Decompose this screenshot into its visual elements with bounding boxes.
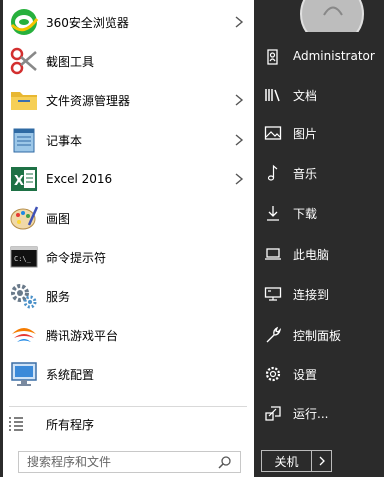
side-item-label: 控制面板 [293,329,342,343]
chevron-right-icon[interactable] [232,92,246,108]
all-programs-label: 所有程序 [46,417,95,432]
program-item-command-prompt[interactable]: C:\_ 命令提示符 [3,238,254,276]
user-account-item[interactable]: Administrator [254,38,384,76]
program-item-notepad[interactable]: 记事本 [3,121,254,159]
side-item-this-pc[interactable]: 此电脑 [254,235,384,273]
side-item-run[interactable]: 运行... [254,394,384,432]
svg-text:X: X [14,174,24,189]
wrench-icon [266,326,282,343]
side-item-label: 运行... [293,407,329,421]
programs-panel: 360安全浏览器 截图工具 文件资源管理器 记事本 X Excel 2016 画… [3,0,254,477]
program-label: 系统配置 [46,367,95,382]
program-item-360-browser[interactable]: 360安全浏览器 [3,3,254,41]
program-label: 文件资源管理器 [46,93,131,108]
chevron-right-icon[interactable] [232,14,246,30]
notepad-icon [13,128,35,153]
shutdown-options-button[interactable] [312,450,332,472]
program-label: 画图 [46,211,71,226]
cmd-icon: C:\_ [10,246,38,268]
library-icon [265,89,280,102]
side-item-label: 此电脑 [293,248,330,262]
program-label: 360安全浏览器 [46,15,129,30]
search-input[interactable] [19,452,215,472]
system-config-icon [11,362,37,386]
program-item-file-explorer[interactable]: 文件资源管理器 [3,81,254,119]
program-label: 腾讯游戏平台 [46,328,119,343]
side-item-label: 下载 [293,207,318,221]
program-item-system-config[interactable]: 系统配置 [3,355,254,393]
search-box[interactable] [18,451,241,473]
tencent-games-icon [12,328,36,342]
side-item-music[interactable]: 音乐 [254,154,384,192]
program-label: 命令提示符 [46,250,107,265]
gears-icon [11,284,37,309]
chevron-right-icon [319,456,325,466]
side-item-pictures[interactable]: 图片 [254,114,384,152]
avatar[interactable] [300,0,366,32]
list-icon [9,417,23,431]
side-item-settings[interactable]: 设置 [254,355,384,393]
shutdown-button[interactable]: 关机 [261,450,312,472]
run-icon [265,406,281,421]
side-item-label: 设置 [293,368,318,382]
places-panel: Administrator 文档 图片 音乐 下载 此电脑 连接到 控制面板 设… [254,0,384,477]
side-item-label: 音乐 [293,167,318,181]
gear-icon [265,366,281,382]
program-label: 服务 [46,289,71,304]
user-icon [267,49,278,65]
paint-palette-icon [10,206,39,230]
program-item-tencent-games[interactable]: 腾讯游戏平台 [3,316,254,354]
program-label: 记事本 [46,133,83,148]
svg-text:C:\_: C:\_ [14,255,32,263]
folder-icon [11,92,37,110]
side-item-documents[interactable]: 文档 [254,76,384,114]
side-item-label: 连接到 [293,288,330,302]
side-item-label: 文档 [293,89,318,103]
picture-icon [264,126,282,140]
side-item-control-panel[interactable]: 控制面板 [254,316,384,354]
search-icon[interactable] [218,455,232,469]
side-item-downloads[interactable]: 下载 [254,194,384,232]
chevron-right-icon[interactable] [232,132,246,148]
side-item-connect-to[interactable]: 连接到 [254,275,384,313]
user-silhouette-icon [323,6,343,16]
program-label: 截图工具 [46,54,95,69]
download-icon [267,206,279,221]
program-item-snipping-tool[interactable]: 截图工具 [3,42,254,80]
network-icon [264,287,282,301]
chevron-right-icon[interactable] [232,171,246,187]
all-programs-button[interactable]: 所有程序 [3,405,254,443]
laptop-icon [265,248,281,260]
browser-360-icon [10,9,39,35]
program-item-paint[interactable]: 画图 [3,199,254,237]
program-label: Excel 2016 [46,172,113,186]
music-note-icon [267,164,278,181]
user-name: Administrator [293,49,375,63]
excel-icon: X [11,167,37,191]
side-item-label: 图片 [293,127,318,141]
program-item-excel-2016[interactable]: X Excel 2016 [3,160,254,198]
scissors-icon [10,47,37,75]
program-item-services[interactable]: 服务 [3,277,254,315]
